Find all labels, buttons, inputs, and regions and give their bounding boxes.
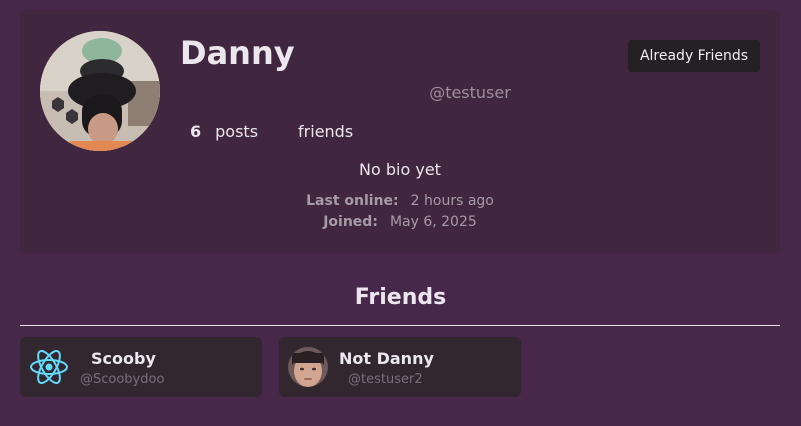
friend-name: Scooby [91, 349, 156, 368]
friend-card-not-danny[interactable]: Not Danny @testuser2 [279, 337, 521, 397]
last-online-row: Last online: 2 hours ago [20, 193, 780, 209]
profile-stats: 6 posts friends [190, 122, 393, 141]
profile-username: @testuser [429, 83, 511, 102]
profile-bio: No bio yet [359, 160, 441, 179]
profile-name: Danny [180, 34, 295, 72]
friends-label[interactable]: friends [298, 122, 353, 141]
joined-label: Joined: [323, 214, 378, 230]
friend-name: Not Danny [339, 349, 434, 368]
friend-handle: @testuser2 [348, 372, 423, 387]
posts-count: 6 [190, 122, 202, 141]
last-online-value: 2 hours ago [410, 193, 494, 209]
joined-value: May 6, 2025 [389, 214, 477, 230]
user-photo-avatar-icon [288, 347, 328, 387]
react-atom-icon [29, 347, 69, 387]
posts-label[interactable]: posts [215, 122, 258, 141]
friends-section-title: Friends [354, 285, 447, 310]
joined-row: Joined: May 6, 2025 [20, 214, 780, 230]
last-online-label: Last online: [306, 193, 399, 209]
profile-card: Danny Already Friends @testuser 6 posts … [20, 10, 780, 253]
friend-handle: @Scoobydoo [80, 372, 165, 387]
section-divider [20, 325, 780, 326]
friend-card-scooby[interactable]: Scooby @Scoobydoo [20, 337, 262, 397]
already-friends-button[interactable]: Already Friends [628, 40, 760, 72]
